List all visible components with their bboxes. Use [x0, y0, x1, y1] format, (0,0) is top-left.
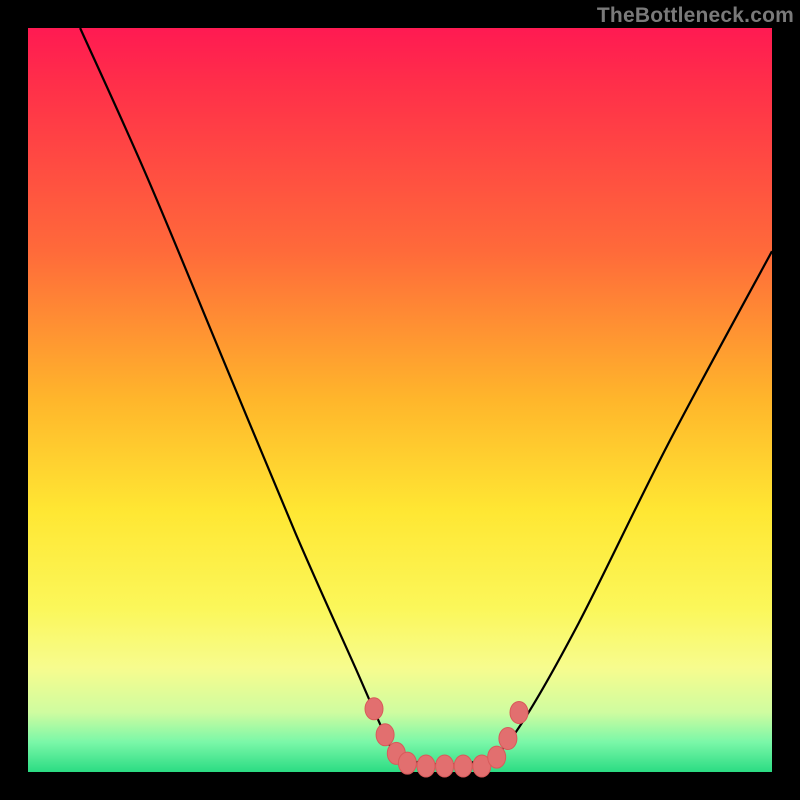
curve-marker: [436, 755, 454, 777]
chart-frame: TheBottleneck.com: [0, 0, 800, 800]
curve-marker: [376, 724, 394, 746]
curve-marker: [417, 755, 435, 777]
curve-marker: [488, 746, 506, 768]
bottleneck-curve-svg: [28, 28, 772, 772]
plot-gradient-area: [28, 28, 772, 772]
bottleneck-curve: [80, 28, 772, 765]
curve-marker: [454, 755, 472, 777]
marker-group: [365, 698, 528, 777]
curve-marker: [365, 698, 383, 720]
watermark-text: TheBottleneck.com: [597, 4, 794, 28]
curve-marker: [510, 702, 528, 724]
curve-marker: [499, 728, 517, 750]
curve-marker: [398, 752, 416, 774]
